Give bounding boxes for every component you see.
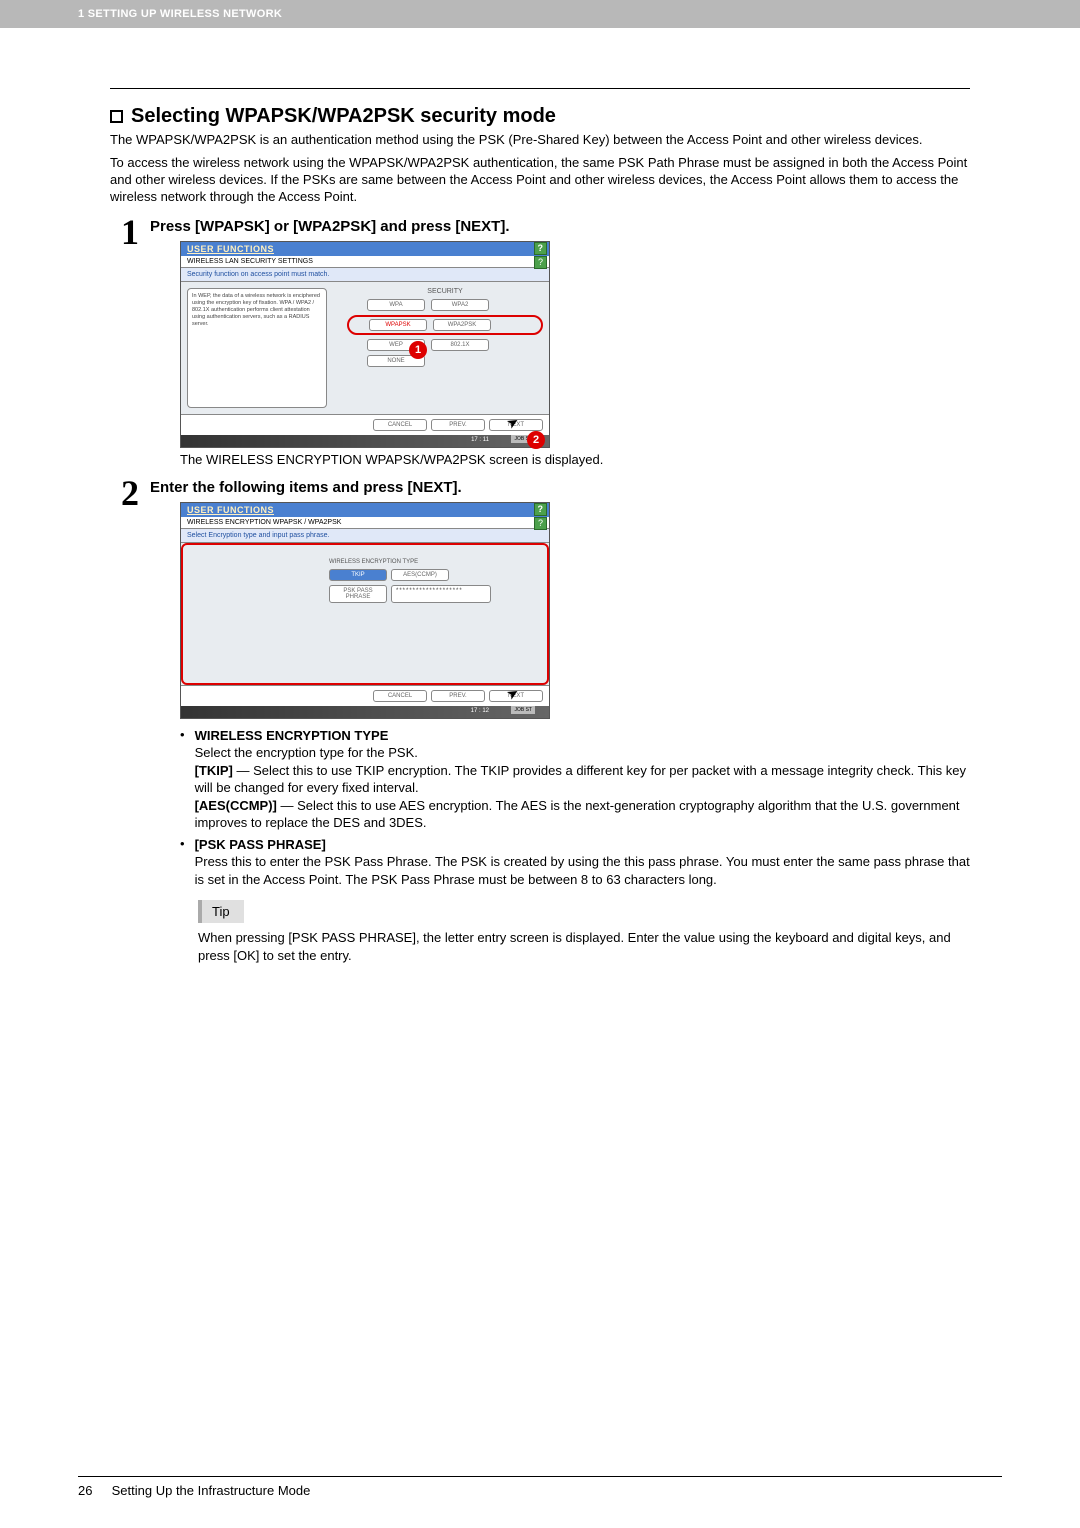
step-1-after: The WIRELESS ENCRYPTION WPAPSK/WPA2PSK s… (180, 452, 970, 467)
btn-wpapsk[interactable]: WPAPSK (369, 319, 427, 331)
ss2-enc-label: WIRELESS ENCRYPTION TYPE (329, 559, 541, 565)
help-icon: ? (534, 503, 547, 516)
ss2-titlebar: USER FUNCTIONS ? (181, 503, 549, 517)
callout-1: 1 (409, 341, 427, 359)
btn-wpa2[interactable]: WPA2 (431, 299, 489, 311)
btn-8021x[interactable]: 802.1X (431, 339, 489, 351)
ss1-security-label: SECURITY (347, 288, 543, 295)
ss1-info-box: In WEP, the data of a wireless network i… (187, 288, 327, 408)
top-divider (110, 88, 970, 89)
callout-2: 2 (527, 431, 545, 449)
tip-label: Tip (212, 904, 230, 919)
ss1-subheader-text: WIRELESS LAN SECURITY SETTINGS (187, 258, 313, 265)
psk-pass-phrase-field[interactable]: ******************** (391, 585, 491, 603)
tip-box: Tip (198, 900, 244, 923)
btn-cancel[interactable]: CANCEL (373, 419, 427, 431)
help-icon: ? (534, 517, 547, 530)
ss2-titlebar-text: USER FUNCTIONS (187, 505, 274, 515)
footer-page-num: 26 (78, 1483, 108, 1498)
step-number: 1 (110, 214, 150, 250)
page-footer: 26 Setting Up the Infrastructure Mode (0, 1476, 1080, 1498)
bullet-dot-icon: • (150, 727, 195, 742)
enc-intro: Select the encryption type for the PSK. (195, 745, 418, 760)
step-2: 2 Enter the following items and press [N… (110, 475, 970, 965)
ss1-titlebar: USER FUNCTIONS ? (181, 242, 549, 256)
ss1-instruction: Security function on access point must m… (181, 268, 549, 282)
ss1-time: 17 : 11 (471, 437, 489, 443)
btn-cancel[interactable]: CANCEL (373, 690, 427, 702)
bullet-enc-type: WIRELESS ENCRYPTION TYPE Select the encr… (195, 727, 970, 832)
btn-tkip[interactable]: TKIP (329, 569, 387, 581)
ss1-security-panel: SECURITY WPA WPA2 WPAPSK WPA2PSK 1 WEP (347, 288, 543, 408)
square-bullet-icon (110, 110, 123, 123)
tip-text: When pressing [PSK PASS PHRASE], the let… (198, 929, 970, 964)
ss2-subheader: WIRELESS ENCRYPTION WPAPSK / WPA2PSK ? (181, 517, 549, 529)
step-2-title: Enter the following items and press [NEX… (150, 479, 970, 496)
btn-wpa[interactable]: WPA (367, 299, 425, 311)
chapter-header: 1 SETTING UP WIRELESS NETWORK (0, 0, 1080, 28)
ss1-statusbar: 17 : 11 JOB ST 2 (181, 435, 549, 447)
ss2-enc-panel: WIRELESS ENCRYPTION TYPE TKIP AES(CCMP) … (329, 559, 541, 603)
section-heading: Selecting WPAPSK/WPA2PSK security mode (110, 105, 970, 128)
footer-section: Setting Up the Infrastructure Mode (112, 1483, 311, 1498)
tkip-label: [TKIP] (195, 763, 233, 778)
step-1-title: Press [WPAPSK] or [WPA2PSK] and press [N… (150, 218, 970, 235)
btn-prev[interactable]: PREV. (431, 690, 485, 702)
bullet-psk: [PSK PASS PHRASE] Press this to enter th… (195, 836, 970, 889)
btn-wpa2psk[interactable]: WPA2PSK (433, 319, 491, 331)
enc-heading: WIRELESS ENCRYPTION TYPE (195, 728, 389, 743)
ss2-instruction: Select Encryption type and input pass ph… (181, 529, 549, 543)
tkip-text: — Select this to use TKIP encryption. Th… (195, 763, 966, 796)
ss2-time: 17 : 12 (471, 708, 489, 714)
section-heading-text: Selecting WPAPSK/WPA2PSK security mode (131, 105, 556, 128)
ss2-jobst: JOB ST (511, 706, 535, 714)
intro-para-2: To access the wireless network using the… (110, 155, 970, 206)
psk-heading: [PSK PASS PHRASE] (195, 837, 326, 852)
ss2-statusbar: 17 : 12 JOB ST (181, 706, 549, 718)
chapter-title: 1 SETTING UP WIRELESS NETWORK (78, 8, 282, 20)
screenshot-security-settings: USER FUNCTIONS ? WIRELESS LAN SECURITY S… (180, 241, 550, 448)
page-body: Selecting WPAPSK/WPA2PSK security mode T… (0, 28, 1080, 965)
btn-prev[interactable]: PREV. (431, 419, 485, 431)
bullet-list: • WIRELESS ENCRYPTION TYPE Select the en… (150, 727, 970, 889)
aes-text: — Select this to use AES encryption. The… (195, 798, 960, 831)
ss1-subheader: WIRELESS LAN SECURITY SETTINGS ? (181, 256, 549, 268)
intro-para-1: The WPAPSK/WPA2PSK is an authentication … (110, 132, 970, 149)
step-1: 1 Press [WPAPSK] or [WPA2PSK] and press … (110, 214, 970, 467)
help-icon: ? (534, 256, 547, 269)
ss1-titlebar-text: USER FUNCTIONS (187, 244, 274, 254)
btn-aes[interactable]: AES(CCMP) (391, 569, 449, 581)
psk-text: Press this to enter the PSK Pass Phrase.… (195, 854, 970, 887)
btn-psk-pass-phrase[interactable]: PSK PASS PHRASE (329, 585, 387, 603)
bullet-dot-icon: • (150, 836, 195, 851)
help-icon: ? (534, 242, 547, 255)
ss2-subheader-text: WIRELESS ENCRYPTION WPAPSK / WPA2PSK (187, 519, 341, 526)
step-number: 2 (110, 475, 150, 511)
aes-label: [AES(CCMP)] (195, 798, 277, 813)
screenshot-encryption: USER FUNCTIONS ? WIRELESS ENCRYPTION WPA… (180, 502, 550, 719)
